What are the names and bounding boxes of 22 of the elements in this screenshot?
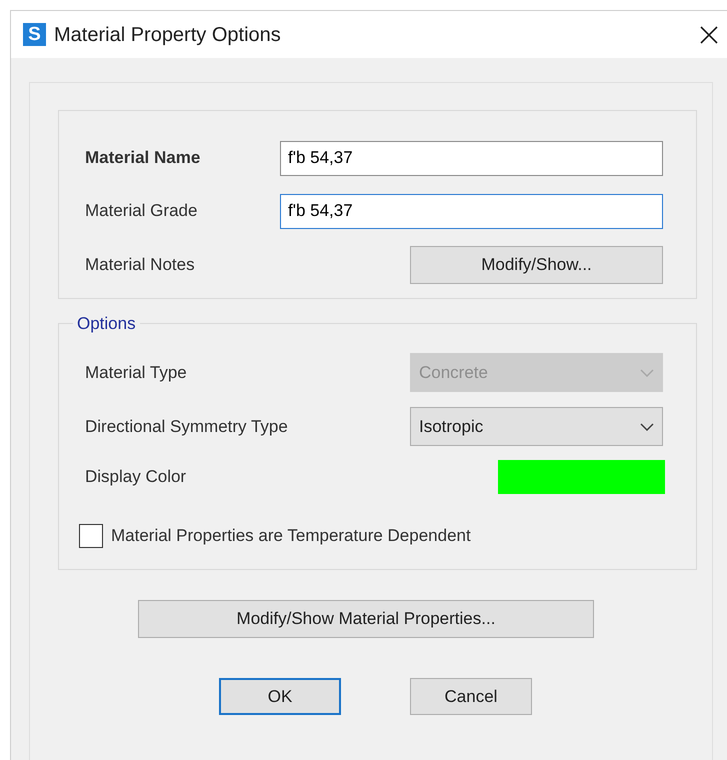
chevron-down-icon [640,368,654,376]
modify-show-properties-button[interactable]: Modify/Show Material Properties... [138,600,594,638]
app-icon: S [23,23,46,46]
field-label: Directional Symmetry Type [85,416,288,438]
checkbox[interactable] [79,524,103,548]
text-field[interactable]: f'b 54,37 [280,140,663,176]
field-label: Material Grade [85,200,198,222]
chevron-down-icon [640,422,654,430]
close-icon[interactable] [699,24,719,44]
window-title: Material Property Options [54,22,281,48]
field-label: Material Type [85,362,187,384]
field-label: Material Notes [85,254,195,276]
checkbox-label: Material Properties are Temperature Dependent [111,525,471,547]
cancel-button[interactable]: Cancel [410,678,532,715]
group-title: Options [76,315,137,332]
text-field[interactable]: f'b 54,37 [280,194,663,228]
dropdown[interactable]: Isotropic [410,407,663,446]
field-label: Display Color [85,466,186,488]
color-swatch[interactable] [498,460,665,494]
ok-button[interactable]: OK [219,678,341,715]
modify-show-button[interactable]: Modify/Show... [410,246,663,284]
field-label: Material Name [85,147,200,170]
